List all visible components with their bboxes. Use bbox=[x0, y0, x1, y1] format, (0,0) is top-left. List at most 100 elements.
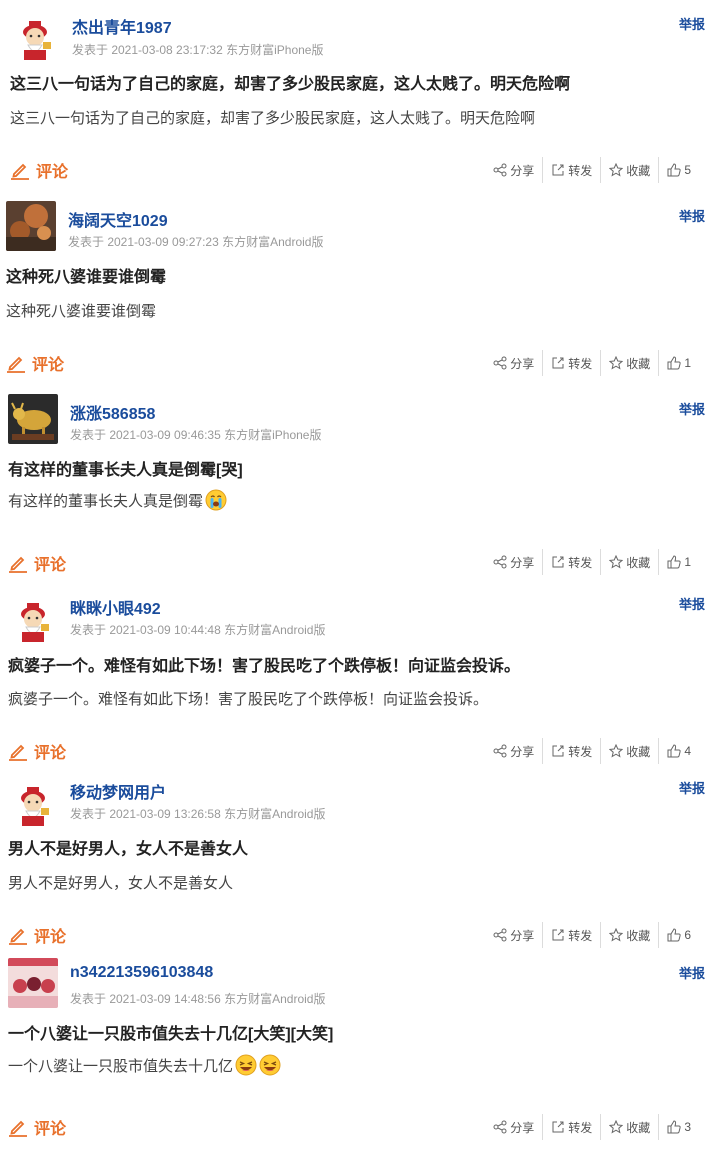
share-button[interactable]: 分享 bbox=[485, 1114, 542, 1140]
forward-button[interactable]: 转发 bbox=[543, 350, 600, 376]
comment-button[interactable]: 评论 bbox=[8, 551, 66, 575]
pen-icon bbox=[11, 163, 29, 180]
thumbs-up-icon bbox=[667, 744, 681, 758]
pen-icon bbox=[9, 928, 27, 945]
collect-button[interactable]: 收藏 bbox=[601, 922, 658, 948]
report-link[interactable]: 举报 bbox=[679, 206, 705, 225]
report-link[interactable]: 举报 bbox=[679, 594, 705, 613]
comment-button[interactable]: 评论 bbox=[8, 739, 66, 763]
collect-button[interactable]: 收藏 bbox=[601, 549, 658, 575]
like-button[interactable]: 3 bbox=[659, 1114, 699, 1140]
username[interactable]: 移动梦网用户 bbox=[70, 779, 166, 803]
forward-label: 转发 bbox=[568, 356, 593, 371]
comment-button[interactable]: 评论 bbox=[8, 923, 66, 947]
thumbs-up-icon bbox=[667, 1120, 681, 1134]
like-button[interactable]: 1 bbox=[659, 549, 699, 575]
collect-label: 收藏 bbox=[626, 163, 651, 178]
star-icon bbox=[609, 928, 624, 942]
post-body-text: 疯婆子一个。难怪有如此下场！害了股民吃了个跌停板！向证监会投诉。 bbox=[8, 691, 489, 708]
post-title[interactable]: 一个八婆让一只股市值失去十几亿[大笑][大笑] bbox=[8, 1020, 333, 1044]
post-body: 有这样的董事长夫人真是倒霉 bbox=[8, 489, 227, 511]
avatar[interactable] bbox=[8, 778, 58, 828]
post-meta: 发表于 2021-03-09 14:48:56 东方财富Android版 bbox=[70, 992, 326, 1006]
comment-label: 评论 bbox=[32, 357, 65, 374]
share-button[interactable]: 分享 bbox=[485, 350, 542, 376]
like-count: 1 bbox=[684, 555, 691, 569]
post-body-text: 这种死八婆谁要谁倒霉 bbox=[6, 303, 157, 320]
username[interactable]: 杰出青年1987 bbox=[72, 14, 172, 38]
like-count: 6 bbox=[684, 928, 691, 942]
photo-avatar-icon bbox=[6, 201, 56, 251]
star-icon bbox=[609, 1120, 624, 1134]
post-meta: 发表于 2021-03-09 13:26:58 东方财富Android版 bbox=[70, 807, 326, 821]
post-title[interactable]: 这三八一句话为了自己的家庭，却害了多少股民家庭，这人太贱了。明天危险啊 bbox=[10, 70, 570, 94]
bull-avatar-icon bbox=[8, 394, 58, 444]
share-label: 分享 bbox=[510, 1120, 535, 1135]
pen-icon bbox=[9, 744, 27, 761]
comment-button[interactable]: 评论 bbox=[8, 1115, 66, 1139]
star-icon bbox=[609, 163, 624, 177]
post-body-text: 有这样的董事长夫人真是倒霉 bbox=[8, 492, 204, 510]
report-link[interactable]: 举报 bbox=[679, 778, 705, 797]
avatar[interactable] bbox=[6, 201, 56, 251]
forward-icon bbox=[552, 164, 564, 176]
collect-button[interactable]: 收藏 bbox=[601, 157, 658, 183]
share-icon bbox=[493, 1120, 507, 1134]
report-link[interactable]: 举报 bbox=[679, 14, 705, 33]
post-body-text: 一个八婆让一只股市值失去十几亿 bbox=[8, 1057, 234, 1075]
forward-button[interactable]: 转发 bbox=[543, 922, 600, 948]
laugh-emoji-icon bbox=[259, 1054, 281, 1076]
like-count: 1 bbox=[684, 356, 691, 370]
avatar[interactable] bbox=[8, 958, 58, 1008]
like-button[interactable]: 4 bbox=[659, 738, 699, 764]
post-meta: 发表于 2021-03-09 09:46:35 东方财富iPhone版 bbox=[70, 428, 322, 442]
pink-photo-avatar-icon bbox=[8, 958, 58, 1008]
forward-button[interactable]: 转发 bbox=[543, 157, 600, 183]
username[interactable]: 眯眯小眼492 bbox=[70, 595, 161, 619]
like-button[interactable]: 5 bbox=[659, 157, 699, 183]
avatar[interactable] bbox=[10, 12, 60, 62]
post-title[interactable]: 有这样的董事长夫人真是倒霉[哭] bbox=[8, 456, 243, 480]
collect-button[interactable]: 收藏 bbox=[601, 738, 658, 764]
pen-icon bbox=[9, 1120, 27, 1137]
share-icon bbox=[493, 744, 507, 758]
collect-button[interactable]: 收藏 bbox=[601, 350, 658, 376]
avatar[interactable] bbox=[8, 594, 58, 644]
share-button[interactable]: 分享 bbox=[485, 922, 542, 948]
username[interactable]: 海阔天空1029 bbox=[68, 207, 168, 231]
collect-label: 收藏 bbox=[626, 744, 651, 759]
collect-label: 收藏 bbox=[626, 356, 651, 371]
caishen-avatar-icon bbox=[8, 778, 58, 828]
forward-button[interactable]: 转发 bbox=[543, 549, 600, 575]
avatar[interactable] bbox=[8, 394, 58, 444]
comment-label: 评论 bbox=[34, 557, 67, 574]
like-button[interactable]: 6 bbox=[659, 922, 699, 948]
comment-button[interactable]: 评论 bbox=[6, 351, 64, 375]
post-title[interactable]: 男人不是好男人，女人不是善女人 bbox=[8, 835, 248, 859]
post-title[interactable]: 疯婆子一个。难怪有如此下场！害了股民吃了个跌停板！向证监会投诉。 bbox=[8, 652, 520, 676]
post-meta: 发表于 2021-03-09 09:27:23 东方财富Android版 bbox=[68, 235, 324, 249]
pen-icon bbox=[7, 356, 25, 373]
share-button[interactable]: 分享 bbox=[485, 549, 542, 575]
forward-button[interactable]: 转发 bbox=[543, 1114, 600, 1140]
post-title[interactable]: 这种死八婆谁要谁倒霉 bbox=[6, 263, 166, 287]
username[interactable]: 涨涨586858 bbox=[70, 400, 155, 424]
like-count: 4 bbox=[684, 744, 691, 758]
share-label: 分享 bbox=[510, 928, 535, 943]
post-body-text: 这三八一句话为了自己的家庭，却害了多少股民家庭，这人太贱了。明天危险啊 bbox=[10, 110, 536, 127]
like-button[interactable]: 1 bbox=[659, 350, 699, 376]
forward-button[interactable]: 转发 bbox=[543, 738, 600, 764]
thumbs-up-icon bbox=[667, 555, 681, 569]
comment-button[interactable]: 评论 bbox=[10, 158, 68, 182]
forward-icon bbox=[552, 556, 564, 568]
report-link[interactable]: 举报 bbox=[679, 963, 705, 982]
collect-label: 收藏 bbox=[626, 1120, 651, 1135]
post-body: 这种死八婆谁要谁倒霉 bbox=[6, 300, 156, 321]
share-button[interactable]: 分享 bbox=[485, 157, 542, 183]
collect-label: 收藏 bbox=[626, 928, 651, 943]
username[interactable]: n342213596103848 bbox=[70, 964, 213, 982]
report-link[interactable]: 举报 bbox=[679, 399, 705, 418]
star-icon bbox=[609, 744, 624, 758]
share-button[interactable]: 分享 bbox=[485, 738, 542, 764]
collect-button[interactable]: 收藏 bbox=[601, 1114, 658, 1140]
